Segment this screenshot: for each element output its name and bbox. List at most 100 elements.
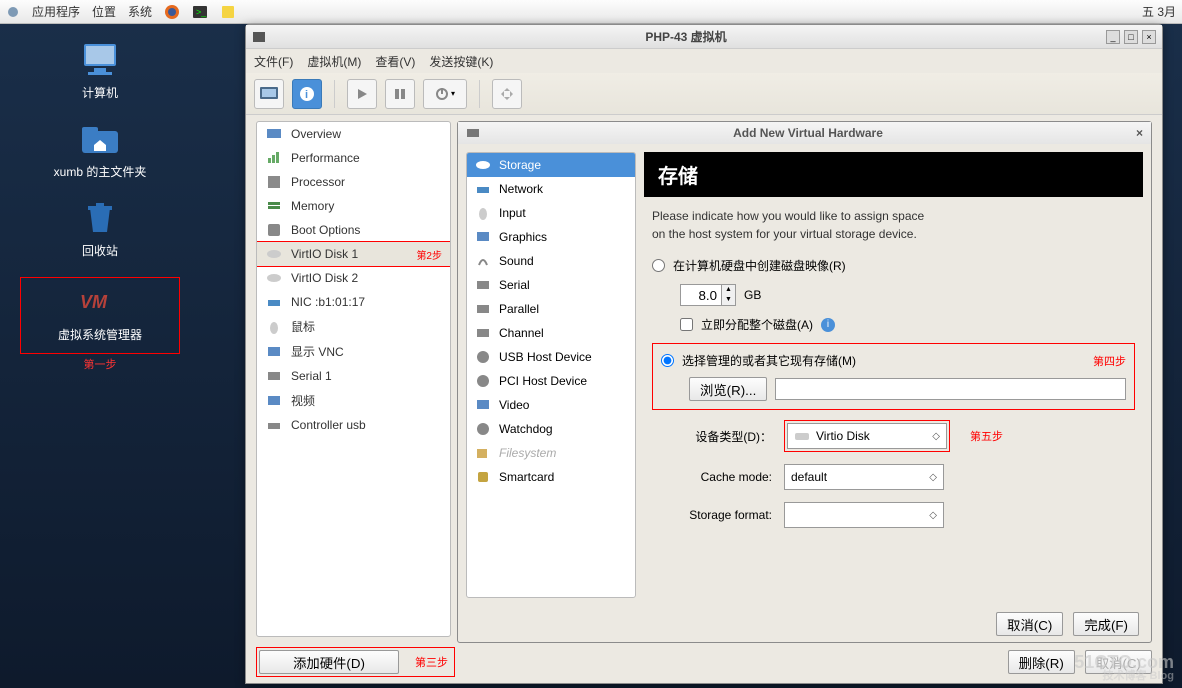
terminal-icon[interactable]: >_ <box>192 4 208 20</box>
sidebar-item-label: Serial 1 <box>291 369 332 383</box>
hw-item-parallel[interactable]: Parallel <box>467 297 635 321</box>
panel-date[interactable]: 五 3月 <box>1142 3 1176 20</box>
hw-item-label: Channel <box>499 326 544 340</box>
hw-item-usb-host-device[interactable]: USB Host Device <box>467 345 635 369</box>
cache-mode-label: Cache mode: <box>652 470 772 484</box>
fullscreen-button[interactable] <box>492 79 522 109</box>
hw-item-pci-host-device[interactable]: PCI Host Device <box>467 369 635 393</box>
hw-item-graphics[interactable]: Graphics <box>467 225 635 249</box>
dialog-cancel-button[interactable]: 取消(C) <box>996 612 1063 636</box>
sidebar-icon <box>265 344 283 360</box>
hw-item-serial[interactable]: Serial <box>467 273 635 297</box>
sidebar-item-label: 显示 VNC <box>291 343 344 360</box>
window-close[interactable]: × <box>1142 30 1156 44</box>
sidebar-item-boot-options[interactable]: Boot Options <box>257 218 450 242</box>
hw-item-label: Parallel <box>499 302 539 316</box>
hw-item-label: Input <box>499 206 526 220</box>
sidebar-icon <box>265 368 283 384</box>
hw-icon <box>475 277 491 293</box>
sidebar-item-serial-1[interactable]: Serial 1 <box>257 364 450 388</box>
menu-applications[interactable]: 应用程序 <box>32 3 80 20</box>
size-input[interactable] <box>681 285 721 305</box>
hw-item-label: Network <box>499 182 543 196</box>
menu-file[interactable]: 文件(F) <box>254 53 293 70</box>
radio-create-image[interactable] <box>652 259 665 272</box>
size-up[interactable]: ▲ <box>721 285 735 295</box>
sidebar-item-memory[interactable]: Memory <box>257 194 450 218</box>
sidebar-item--[interactable]: 视频 <box>257 388 450 413</box>
hw-icon <box>475 181 491 197</box>
menu-vm[interactable]: 虚拟机(M) <box>307 53 361 70</box>
sidebar-item-label: 鼠标 <box>291 318 315 335</box>
desktop-home[interactable]: xumb 的主文件夹 <box>20 119 180 180</box>
desktop-trash-label: 回收站 <box>20 242 180 259</box>
hw-item-smartcard[interactable]: Smartcard <box>467 465 635 489</box>
hardware-sidebar[interactable]: Overview Performance ProcessorMemoryBoot O… <box>256 121 451 637</box>
menu-places[interactable]: 位置 <box>92 3 116 20</box>
desktop-computer[interactable]: 计算机 <box>20 40 180 101</box>
add-hardware-dialog: Add New Virtual Hardware × Storage Networ… <box>457 121 1152 643</box>
window-minimize[interactable]: _ <box>1106 30 1120 44</box>
sidebar-item-virtio-disk-1[interactable]: VirtIO Disk 1第2步 <box>257 242 450 266</box>
titlebar: PHP-43 虚拟机 _ □ × <box>246 25 1162 49</box>
size-spinner[interactable]: ▲▼ <box>680 284 736 306</box>
watermark: 51CTO.com 技术博客 Blog <box>1074 653 1174 682</box>
sidebar-item--[interactable]: 鼠标 <box>257 314 450 339</box>
sidebar-item-performance[interactable]: Performance <box>257 146 450 170</box>
desktop-vmm[interactable]: VM 虚拟系统管理器 <box>29 282 171 343</box>
hw-icon <box>475 397 491 413</box>
size-down[interactable]: ▼ <box>721 295 735 305</box>
pause-button[interactable] <box>385 79 415 109</box>
remove-button[interactable]: 删除(R) <box>1008 650 1075 674</box>
sidebar-item-virtio-disk-2[interactable]: VirtIO Disk 2 <box>257 266 450 290</box>
hw-item-channel[interactable]: Channel <box>467 321 635 345</box>
sidebar-icon <box>265 198 283 214</box>
sidebar-icon <box>265 417 283 433</box>
desktop-vmm-highlight: VM 虚拟系统管理器 <box>20 277 180 354</box>
dialog-title: Add New Virtual Hardware <box>480 126 1136 140</box>
info-icon[interactable]: i <box>821 318 835 332</box>
hw-item-network[interactable]: Network <box>467 177 635 201</box>
add-hardware-button[interactable]: 添加硬件(D) <box>259 650 399 674</box>
hardware-type-list[interactable]: Storage Network Input Graphics Sound Serial Pa… <box>466 152 636 598</box>
dialog-finish-button[interactable]: 完成(F) <box>1073 612 1139 636</box>
sidebar-item-label: 视频 <box>291 392 315 409</box>
sidebar-item--vnc[interactable]: 显示 VNC <box>257 339 450 364</box>
storage-format-combo[interactable] <box>784 502 944 528</box>
menu-view[interactable]: 查看(V) <box>375 53 415 70</box>
run-button[interactable] <box>347 79 377 109</box>
window-maximize[interactable]: □ <box>1124 30 1138 44</box>
step5-label: 第五步 <box>970 428 1003 444</box>
hw-item-storage[interactable]: Storage <box>467 153 635 177</box>
power-button[interactable]: ▾ <box>423 79 467 109</box>
sidebar-item-processor[interactable]: Processor <box>257 170 450 194</box>
hw-item-sound[interactable]: Sound <box>467 249 635 273</box>
sidebar-item-nic-b1-01-17[interactable]: NIC :b1:01:17 <box>257 290 450 314</box>
hw-item-input[interactable]: Input <box>467 201 635 225</box>
cache-mode-combo[interactable]: default <box>784 464 944 490</box>
browse-button[interactable]: 浏览(R)... <box>689 377 767 401</box>
sidebar-item-label: Performance <box>291 151 360 165</box>
radio-managed-storage[interactable] <box>661 354 674 367</box>
storage-path-input[interactable] <box>775 378 1126 400</box>
note-icon[interactable] <box>220 4 236 20</box>
svg-text:VM: VM <box>80 292 108 312</box>
sidebar-item-controller-usb[interactable]: Controller usb <box>257 413 450 437</box>
dialog-close[interactable]: × <box>1136 126 1143 140</box>
hw-item-watchdog[interactable]: Watchdog <box>467 417 635 441</box>
details-button[interactable]: i <box>292 79 322 109</box>
menu-system[interactable]: 系统 <box>128 3 152 20</box>
window-icon <box>252 30 266 44</box>
allocate-now-checkbox[interactable] <box>680 318 693 331</box>
desktop-home-label: xumb 的主文件夹 <box>20 163 180 180</box>
step2-label: 第2步 <box>416 247 442 262</box>
hw-item-label: Sound <box>499 254 534 268</box>
desktop-trash[interactable]: 回收站 <box>20 198 180 259</box>
menu-sendkey[interactable]: 发送按键(K) <box>429 53 493 70</box>
firefox-icon[interactable] <box>164 4 180 20</box>
console-button[interactable] <box>254 79 284 109</box>
sidebar-item-overview[interactable]: Overview <box>257 122 450 146</box>
hw-item-video[interactable]: Video <box>467 393 635 417</box>
sidebar-icon <box>265 174 283 190</box>
device-type-combo[interactable]: Virtio Disk <box>787 423 947 449</box>
